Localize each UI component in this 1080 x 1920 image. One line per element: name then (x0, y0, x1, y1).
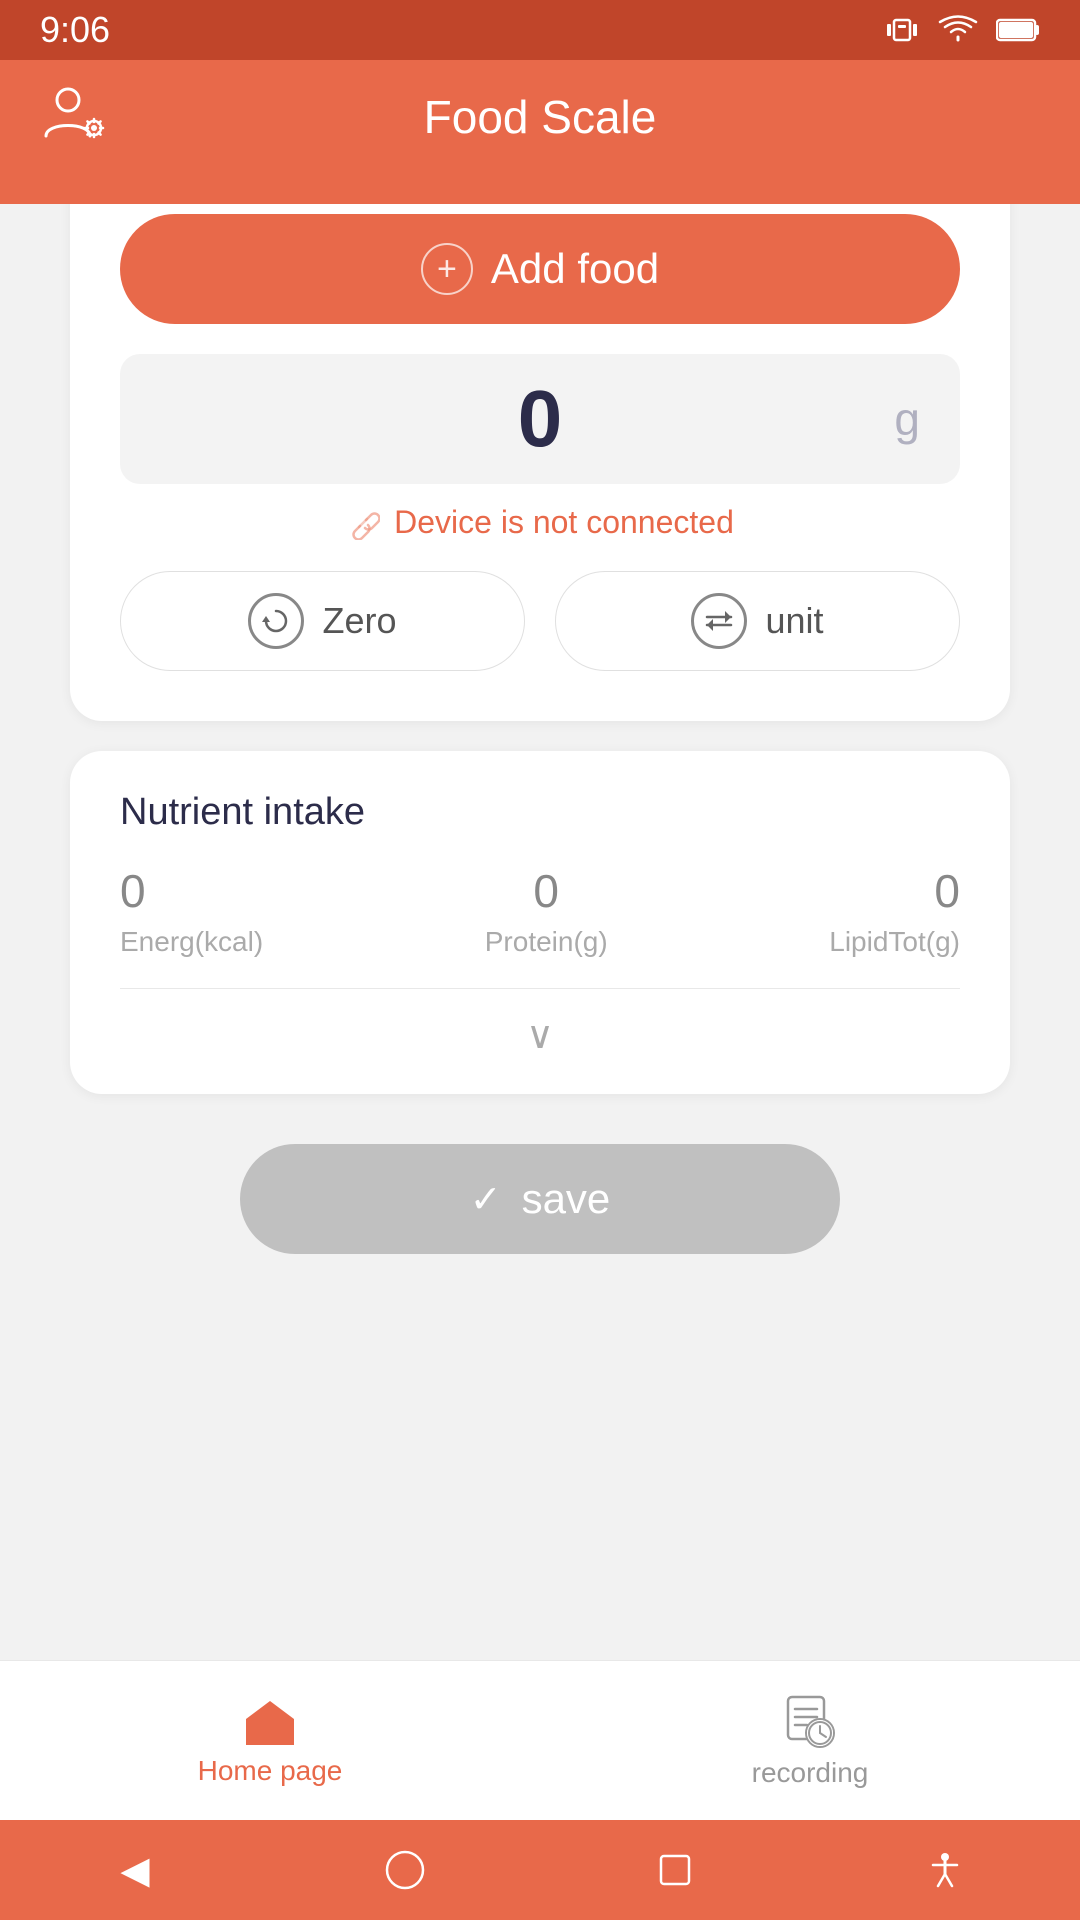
wifi-icon (938, 15, 978, 45)
control-buttons-row: Zero unit (120, 571, 960, 671)
status-time: 9:06 (40, 9, 110, 51)
unit-button[interactable]: unit (555, 571, 960, 671)
recording-icon (782, 1693, 838, 1749)
add-food-button[interactable]: + Add food (120, 214, 960, 324)
bottom-nav: Home page recording (0, 1660, 1080, 1820)
page-title: Food Scale (424, 90, 657, 144)
expand-nutrients-button[interactable]: ∨ (120, 989, 960, 1074)
link-icon (346, 506, 380, 540)
android-nav-bar: ◀ (0, 1820, 1080, 1920)
connection-status: Device is not connected (346, 504, 734, 541)
nutrient-title: Nutrient intake (120, 791, 960, 834)
add-food-label: Add food (491, 245, 659, 293)
home-label: Home page (198, 1755, 343, 1787)
nutrient-card: Nutrient intake 0 Energ(kcal) 0 Protein(… (70, 751, 1010, 1094)
energy-label: Energ(kcal) (120, 926, 263, 958)
zero-button[interactable]: Zero (120, 571, 525, 671)
unit-label: unit (765, 600, 823, 642)
back-button[interactable]: ◀ (105, 1840, 165, 1900)
energy-value: 0 (120, 864, 146, 918)
nav-home[interactable]: Home page (0, 1695, 540, 1787)
recent-button[interactable] (645, 1840, 705, 1900)
protein-value: 0 (533, 864, 559, 918)
chevron-down-icon: ∨ (526, 1013, 554, 1058)
status-icons (884, 12, 1040, 48)
weight-value: 0 (518, 373, 563, 465)
nav-recording[interactable]: recording (540, 1693, 1080, 1789)
recording-label: recording (752, 1757, 869, 1789)
accessibility-button[interactable] (915, 1840, 975, 1900)
lipid-label: LipidTot(g) (829, 926, 960, 958)
nutrient-energy: 0 Energ(kcal) (120, 864, 263, 958)
status-bar: 9:06 (0, 0, 1080, 60)
check-icon: ✓ (470, 1177, 502, 1222)
home-button[interactable] (375, 1840, 435, 1900)
save-label: save (522, 1175, 611, 1223)
vibrate-icon (884, 12, 920, 48)
main-content: + Add food 0 g Device is not connected (0, 204, 1080, 1660)
battery-icon (996, 16, 1040, 44)
reset-icon (248, 593, 304, 649)
weight-unit: g (894, 392, 920, 446)
nutrient-row: 0 Energ(kcal) 0 Protein(g) 0 LipidTot(g) (120, 864, 960, 989)
user-settings-icon[interactable] (40, 84, 110, 144)
connection-text: Device is not connected (394, 504, 734, 541)
lipid-value: 0 (934, 864, 960, 918)
header: Food Scale (0, 60, 1080, 204)
zero-label: Zero (322, 600, 396, 642)
save-button[interactable]: ✓ save (240, 1144, 840, 1254)
scale-card: + Add food 0 g Device is not connected (70, 204, 1010, 721)
switch-icon (691, 593, 747, 649)
protein-label: Protein(g) (485, 926, 608, 958)
plus-circle-icon: + (421, 243, 473, 295)
home-icon (242, 1695, 298, 1747)
nutrient-protein: 0 Protein(g) (485, 864, 608, 958)
weight-display: 0 g (120, 354, 960, 484)
nutrient-lipid: 0 LipidTot(g) (829, 864, 960, 958)
